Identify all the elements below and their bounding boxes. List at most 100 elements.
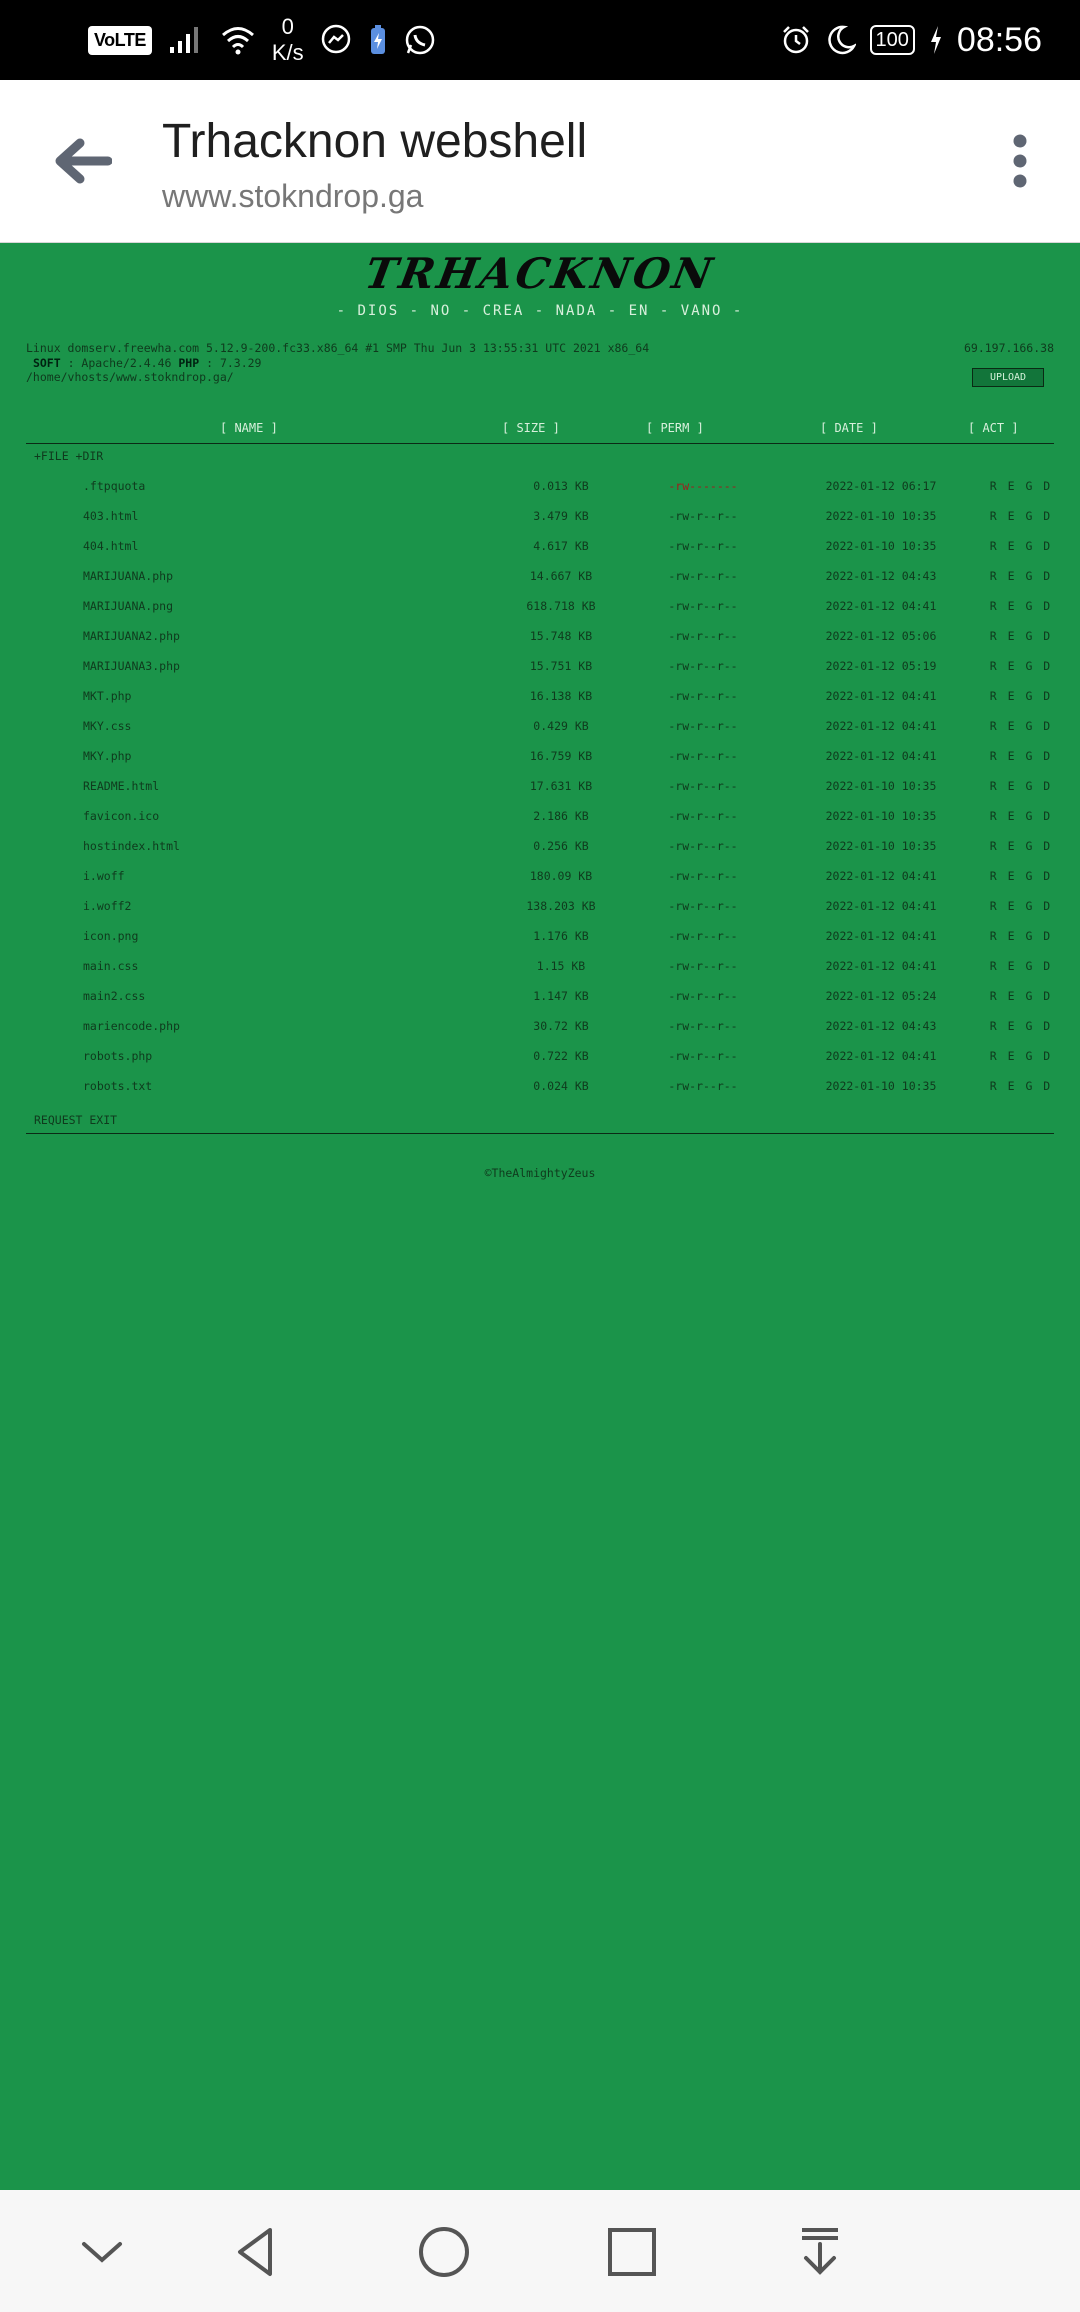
file-perm[interactable]: -rw-r--r-- <box>638 569 768 583</box>
file-actions[interactable]: R E G D <box>966 899 1076 913</box>
file-perm[interactable]: -rw-r--r-- <box>638 1049 768 1063</box>
file-perm[interactable]: -rw-r--r-- <box>638 929 768 943</box>
file-name[interactable]: MARIJUANA.png <box>83 599 173 613</box>
file-actions[interactable]: R E G D <box>966 539 1076 553</box>
recents-square-icon[interactable] <box>606 2226 658 2278</box>
upload-button[interactable]: UPLOAD <box>972 368 1044 387</box>
file-name[interactable]: MKY.css <box>83 719 131 733</box>
file-date: 2022-01-10 10:35 <box>825 539 937 553</box>
file-name[interactable]: mariencode.php <box>83 1019 180 1033</box>
file-perm[interactable]: -rw-r--r-- <box>638 809 768 823</box>
file-size: 16.759 KB <box>529 749 593 763</box>
file-row[interactable]: README.html 17.631 KB -rw-r--r-- 2022-01-10… <box>26 771 1054 801</box>
file-row[interactable]: favicon.ico 2.186 KB -rw-r--r-- 2022-01-10 … <box>26 801 1054 831</box>
file-name[interactable]: main2.css <box>83 989 145 1003</box>
file-perm[interactable]: -rw-r--r-- <box>638 1079 768 1093</box>
file-row[interactable]: i.woff2 138.203 KB -rw-r--r-- 2022-01-12 04… <box>26 891 1054 921</box>
file-perm[interactable]: -rw-r--r-- <box>638 509 768 523</box>
file-actions[interactable]: R E G D <box>966 869 1076 883</box>
file-name[interactable]: robots.txt <box>83 1079 152 1093</box>
download-icon[interactable] <box>794 2226 846 2278</box>
file-row[interactable]: main.css 1.15 KB -rw-r--r-- 2022-01-12 04:4… <box>26 951 1054 981</box>
file-name[interactable]: MKT.php <box>83 689 131 703</box>
file-actions[interactable]: R E G D <box>966 659 1076 673</box>
file-name[interactable]: main.css <box>83 959 138 973</box>
file-name[interactable]: 403.html <box>83 509 138 523</box>
overflow-menu-icon[interactable] <box>1000 130 1040 192</box>
file-row[interactable]: i.woff 180.09 KB -rw-r--r-- 2022-01-12 04:4… <box>26 861 1054 891</box>
file-perm[interactable]: -rw-r--r-- <box>638 779 768 793</box>
file-row[interactable]: MARIJUANA3.php 15.751 KB -rw-r--r-- 2022-01… <box>26 651 1054 681</box>
file-actions[interactable]: R E G D <box>966 779 1076 793</box>
file-perm[interactable]: -rw-r--r-- <box>638 899 768 913</box>
file-name[interactable]: i.woff2 <box>83 899 131 913</box>
file-perm[interactable]: -rw-r--r-- <box>638 629 768 643</box>
file-row[interactable]: mariencode.php 30.72 KB -rw-r--r-- 2022-01-… <box>26 1011 1054 1041</box>
file-name[interactable]: 404.html <box>83 539 138 553</box>
file-perm[interactable]: -rw-r--r-- <box>638 539 768 553</box>
file-row[interactable]: robots.txt 0.024 KB -rw-r--r-- 2022-01-10 1… <box>26 1071 1054 1101</box>
file-name[interactable]: MARIJUANA2.php <box>83 629 180 643</box>
file-perm[interactable]: -rw-r--r-- <box>638 659 768 673</box>
file-name[interactable]: README.html <box>83 779 159 793</box>
file-actions[interactable]: R E G D <box>966 689 1076 703</box>
file-name[interactable]: MARIJUANA3.php <box>83 659 180 673</box>
file-row[interactable]: MKT.php 16.138 KB -rw-r--r-- 2022-01-12 04:… <box>26 681 1054 711</box>
file-row[interactable]: .ftpquota 0.013 KB -rw------- 2022-01-12 06… <box>26 471 1054 501</box>
file-perm[interactable]: -rw------- <box>638 479 768 493</box>
file-row[interactable]: MARIJUANA.png 618.718 KB -rw-r--r-- 2022-01… <box>26 591 1054 621</box>
file-perm[interactable]: -rw-r--r-- <box>638 869 768 883</box>
signal-icon <box>169 27 198 53</box>
file-row[interactable]: main2.css 1.147 KB -rw-r--r-- 2022-01-12 05… <box>26 981 1054 1011</box>
file-row[interactable]: MARIJUANA.php 14.667 KB -rw-r--r-- 2022-01-… <box>26 561 1054 591</box>
file-actions[interactable]: R E G D <box>966 749 1076 763</box>
file-name[interactable]: .ftpquota <box>83 479 145 493</box>
file-date: 2022-01-10 10:35 <box>825 1079 937 1093</box>
file-actions[interactable]: R E G D <box>966 989 1076 1003</box>
file-row[interactable]: 403.html 3.479 KB -rw-r--r-- 2022-01-10 10:… <box>26 501 1054 531</box>
file-perm[interactable]: -rw-r--r-- <box>638 1019 768 1033</box>
file-name[interactable]: robots.php <box>83 1049 152 1063</box>
current-path[interactable]: /home/vhosts/www.stokndrop.ga/ <box>26 370 649 385</box>
file-actions[interactable]: R E G D <box>966 479 1076 493</box>
file-actions[interactable]: R E G D <box>966 509 1076 523</box>
file-perm[interactable]: -rw-r--r-- <box>638 839 768 853</box>
file-name[interactable]: favicon.ico <box>83 809 159 823</box>
file-row[interactable]: MARIJUANA2.php 15.748 KB -rw-r--r-- 2022-01… <box>26 621 1054 651</box>
back-arrow-icon[interactable] <box>50 130 112 192</box>
file-actions[interactable]: R E G D <box>966 959 1076 973</box>
back-triangle-icon[interactable] <box>230 2226 282 2278</box>
file-perm[interactable]: -rw-r--r-- <box>638 689 768 703</box>
collapse-icon[interactable] <box>76 2226 128 2278</box>
file-actions[interactable]: R E G D <box>966 839 1076 853</box>
file-row[interactable]: 404.html 4.617 KB -rw-r--r-- 2022-01-10 10:… <box>26 531 1054 561</box>
file-actions[interactable]: R E G D <box>966 1079 1076 1093</box>
file-name[interactable]: hostindex.html <box>83 839 180 853</box>
file-name[interactable]: icon.png <box>83 929 138 943</box>
file-actions[interactable]: R E G D <box>966 1049 1076 1063</box>
file-perm[interactable]: -rw-r--r-- <box>638 989 768 1003</box>
file-row[interactable]: icon.png 1.176 KB -rw-r--r-- 2022-01-12 04:… <box>26 921 1054 951</box>
file-actions[interactable]: R E G D <box>966 629 1076 643</box>
file-actions[interactable]: R E G D <box>966 809 1076 823</box>
file-row[interactable]: MKY.css 0.429 KB -rw-r--r-- 2022-01-12 04:4… <box>26 711 1054 741</box>
file-perm[interactable]: -rw-r--r-- <box>638 959 768 973</box>
file-name[interactable]: MKY.php <box>83 749 131 763</box>
file-row[interactable]: MKY.php 16.759 KB -rw-r--r-- 2022-01-12 04:… <box>26 741 1054 771</box>
home-circle-icon[interactable] <box>418 2226 470 2278</box>
file-actions[interactable]: R E G D <box>966 1019 1076 1033</box>
file-name[interactable]: i.woff <box>83 869 125 883</box>
file-actions[interactable]: R E G D <box>966 569 1076 583</box>
file-name[interactable]: MARIJUANA.php <box>83 569 173 583</box>
page-url[interactable]: www.stokndrop.ga <box>162 178 423 215</box>
file-perm[interactable]: -rw-r--r-- <box>638 719 768 733</box>
file-actions[interactable]: R E G D <box>966 719 1076 733</box>
file-perm[interactable]: -rw-r--r-- <box>638 599 768 613</box>
file-row[interactable]: robots.php 0.722 KB -rw-r--r-- 2022-01-12 0… <box>26 1041 1054 1071</box>
file-actions[interactable]: R E G D <box>966 599 1076 613</box>
request-exit-link[interactable]: REQUEST EXIT <box>34 1113 117 1127</box>
file-row[interactable]: hostindex.html 0.256 KB -rw-r--r-- 2022-01-… <box>26 831 1054 861</box>
file-actions[interactable]: R E G D <box>966 929 1076 943</box>
file-perm[interactable]: -rw-r--r-- <box>638 749 768 763</box>
new-file-dir-link[interactable]: +FILE +DIR <box>34 449 103 463</box>
